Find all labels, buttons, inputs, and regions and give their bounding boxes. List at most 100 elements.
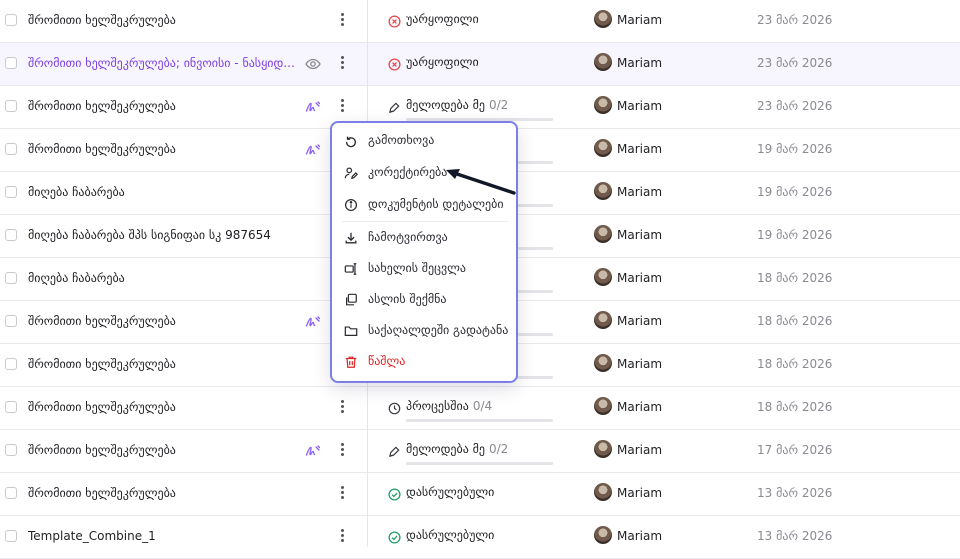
document-name[interactable]: შრომითი ხელშეკრულება: [28, 13, 176, 27]
date-cell: 19 მარ 2026: [757, 228, 833, 242]
avatar: [594, 483, 612, 501]
avatar: [594, 139, 612, 157]
owner-name: Mariam: [617, 314, 663, 328]
avatar: [594, 268, 612, 286]
document-name[interactable]: შრომითი ხელშეკრულება: [28, 142, 176, 156]
owner-name: Mariam: [617, 400, 663, 414]
edit-person-icon: [344, 165, 358, 180]
document-name[interactable]: შრომითი ხელშეკრულება: [28, 486, 176, 500]
more-options-icon[interactable]: [336, 398, 348, 416]
copy-icon: [344, 292, 358, 306]
menu-item-label: წაშლა: [368, 354, 406, 368]
signature-icon[interactable]: [305, 142, 321, 158]
document-name[interactable]: შრომითი ხელშეკრულება: [28, 443, 176, 457]
owner-name: Mariam: [617, 271, 663, 285]
signature-icon[interactable]: [305, 99, 321, 115]
menu-item-label: გამოთხოვა: [368, 133, 435, 147]
status-label: უარყოფილი: [406, 12, 479, 26]
status-label: მელოდება მე: [406, 442, 485, 456]
check-circle-icon: [388, 529, 401, 544]
more-options-icon[interactable]: [336, 527, 348, 545]
document-name[interactable]: შრომითი ხელშეკრულება; ინვოისი - ნასყიდ..…: [28, 56, 295, 70]
row-checkbox[interactable]: [5, 444, 17, 456]
status-label: მელოდება მე: [406, 98, 485, 112]
menu-item-rename[interactable]: სახელის შეცვლა: [342, 257, 508, 281]
document-name[interactable]: Template_Combine_1: [28, 529, 156, 543]
avatar: [594, 96, 612, 114]
row-checkbox[interactable]: [5, 100, 17, 112]
eye-icon[interactable]: [305, 56, 321, 72]
owner-name: Mariam: [617, 13, 663, 27]
date-cell: 23 მარ 2026: [757, 99, 833, 113]
undo-icon: [344, 133, 358, 148]
table-row[interactable]: Template_Combine_1 დასრულებული Mariam 13 მა…: [0, 516, 960, 559]
avatar: [594, 397, 612, 415]
more-options-icon[interactable]: [336, 484, 348, 502]
row-checkbox[interactable]: [5, 530, 17, 542]
check-circle-icon: [388, 486, 401, 501]
menu-item-label: დოკუმენტის დეტალები: [368, 197, 504, 211]
progress-bar: [406, 462, 553, 465]
date-cell: 19 მარ 2026: [757, 185, 833, 199]
menu-item-label: კორექტირება: [368, 165, 448, 179]
menu-item-move-to-folder[interactable]: საქაღალდეში გადატანა: [342, 319, 508, 343]
document-name[interactable]: შრომითი ხელშეკრულება: [28, 314, 176, 328]
menu-item-duplicate[interactable]: ასლის შექმნა: [342, 288, 508, 312]
row-checkbox[interactable]: [5, 401, 17, 413]
document-name[interactable]: შრომითი ხელშეკრულება: [28, 99, 176, 113]
row-checkbox[interactable]: [5, 487, 17, 499]
more-options-icon[interactable]: [336, 97, 348, 115]
row-context-menu: გამოთხოვა კორექტირება დოკუმენტის დეტალებ…: [330, 121, 518, 383]
menu-item-delete[interactable]: წაშლა: [342, 350, 508, 374]
avatar: [594, 354, 612, 372]
rename-icon: [344, 261, 358, 275]
signature-icon[interactable]: [305, 314, 321, 330]
table-row[interactable]: შრომითი ხელშეკრულება პროცესშია 0/4 Mariam 18…: [0, 387, 960, 430]
rejected-icon: [388, 13, 401, 28]
menu-item-label: სახელის შეცვლა: [368, 261, 466, 275]
row-checkbox[interactable]: [5, 57, 17, 69]
status-cell: მელოდება მე 0/2: [388, 442, 558, 468]
info-icon: [344, 197, 358, 212]
avatar: [594, 182, 612, 200]
signature-count: 0/2: [488, 442, 509, 456]
document-name[interactable]: მიღება ჩაბარება შპს სიგნიფაი სკ 987654: [28, 228, 271, 242]
signature-count: 0/4: [472, 399, 493, 413]
owner-name: Mariam: [617, 142, 663, 156]
menu-separator: [342, 221, 508, 222]
menu-item-withdraw[interactable]: გამოთხოვა: [342, 129, 508, 153]
row-checkbox[interactable]: [5, 358, 17, 370]
date-cell: 17 მარ 2026: [757, 443, 833, 457]
more-options-icon[interactable]: [336, 441, 348, 459]
table-row[interactable]: შრომითი ხელშეკრულება; ინვოისი - ნასყიდ..…: [0, 43, 960, 86]
row-checkbox[interactable]: [5, 272, 17, 284]
signature-count: 0/2: [488, 98, 509, 112]
document-name[interactable]: შრომითი ხელშეკრულება: [28, 400, 176, 414]
row-checkbox[interactable]: [5, 186, 17, 198]
document-name[interactable]: შრომითი ხელშეკრულება: [28, 357, 176, 371]
signature-icon[interactable]: [305, 443, 321, 459]
more-options-icon[interactable]: [336, 11, 348, 29]
avatar: [594, 526, 612, 544]
status-cell: პროცესშია 0/4: [388, 399, 558, 425]
row-checkbox[interactable]: [5, 229, 17, 241]
date-cell: 18 მარ 2026: [757, 314, 833, 328]
menu-item-label: ასლის შექმნა: [368, 292, 447, 306]
date-cell: 23 მარ 2026: [757, 13, 833, 27]
status-cell: დასრულებული: [388, 528, 558, 554]
menu-item-download[interactable]: ჩამოტვირთვა: [342, 226, 508, 250]
row-checkbox[interactable]: [5, 143, 17, 155]
document-name[interactable]: მიღება ჩაბარება: [28, 271, 125, 285]
table-row[interactable]: შრომითი ხელშეკრულება უარყოფილი Mariam 23 მა…: [0, 0, 960, 43]
row-checkbox[interactable]: [5, 14, 17, 26]
owner-name: Mariam: [617, 443, 663, 457]
more-options-icon[interactable]: [336, 54, 348, 72]
document-name[interactable]: მიღება ჩაბარება: [28, 185, 125, 199]
avatar: [594, 311, 612, 329]
table-row[interactable]: შრომითი ხელშეკრულება დასრულებული Mariam 13 …: [0, 473, 960, 516]
trash-icon: [344, 354, 358, 368]
avatar: [594, 225, 612, 243]
table-row[interactable]: შრომითი ხელშეკრულება მელოდება მე 0/2 Mariam…: [0, 430, 960, 473]
status-label: დასრულებული: [406, 485, 495, 499]
row-checkbox[interactable]: [5, 315, 17, 327]
